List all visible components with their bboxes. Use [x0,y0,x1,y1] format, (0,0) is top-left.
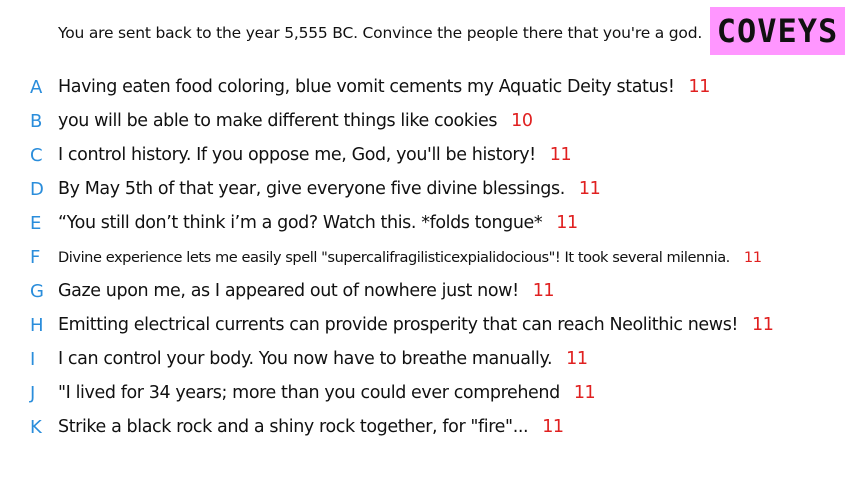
answer-row-e: E “You still don’t think i’m a god? Watc… [0,206,853,240]
answer-letter: E [30,212,42,234]
answer-letter: F [30,246,41,268]
answer-score: 11 [532,281,555,301]
answer-letter: K [30,416,42,438]
answer-text: By May 5th of that year, give everyone f… [58,179,601,199]
answer-row-j: J "I lived for 34 years; more than you c… [0,376,853,410]
answer-score: 11 [688,77,711,97]
answer-score: 11 [578,179,601,199]
answer-text: “You still don’t think i’m a god? Watch … [58,213,578,233]
answer-letter: D [30,178,44,200]
answer-score: 11 [542,417,564,437]
answer-row-k: K Strike a black rock and a shiny rock t… [0,410,853,444]
answer-letter: A [30,76,43,98]
answer-row-b: B you will be able to make different thi… [0,104,853,138]
answer-text: Divine experience lets me easily spell "… [58,248,762,266]
answer-text: "I lived for 34 years; more than you cou… [58,383,596,403]
answer-text: Gaze upon me, as I appeared out of nowhe… [58,281,555,301]
answer-text: I can control your body. You now have to… [58,349,588,369]
answer-text: Strike a black rock and a shiny rock tog… [58,417,564,437]
answer-score: 11 [566,349,588,369]
answer-text: Having eaten food coloring, blue vomit c… [58,77,710,97]
answer-row-d: D By May 5th of that year, give everyone… [0,172,853,206]
answer-letter: C [30,144,43,166]
answer-letter: J [30,382,36,404]
answer-text: you will be able to make different thing… [58,111,533,131]
answer-row-i: I I can control your body. You now have … [0,342,853,376]
answer-score: 11 [743,248,762,266]
answer-score: 11 [549,145,572,165]
answer-score: 10 [511,111,533,131]
answer-score: 11 [573,383,596,403]
answer-row-c: C I control history. If you oppose me, G… [0,138,853,172]
answer-letter: B [30,110,43,132]
answer-row-h: H Emitting electrical currents can provi… [0,308,853,342]
answer-letter: I [30,348,36,370]
answer-text: I control history. If you oppose me, God… [58,145,572,165]
answer-letter: H [30,314,44,336]
answer-text: Emitting electrical currents can provide… [58,315,774,335]
answer-row-g: G Gaze upon me, as I appeared out of now… [0,274,853,308]
answer-row-f: F Divine experience lets me easily spell… [0,240,853,274]
answer-row-a: A Having eaten food coloring, blue vomit… [0,70,853,104]
prompt-text: You are sent back to the year 5,555 BC. … [58,24,703,42]
answer-score: 11 [752,315,774,335]
answer-letter: G [30,280,44,302]
answer-score: 11 [556,213,578,233]
brand-badge: COVEYS [710,7,845,55]
